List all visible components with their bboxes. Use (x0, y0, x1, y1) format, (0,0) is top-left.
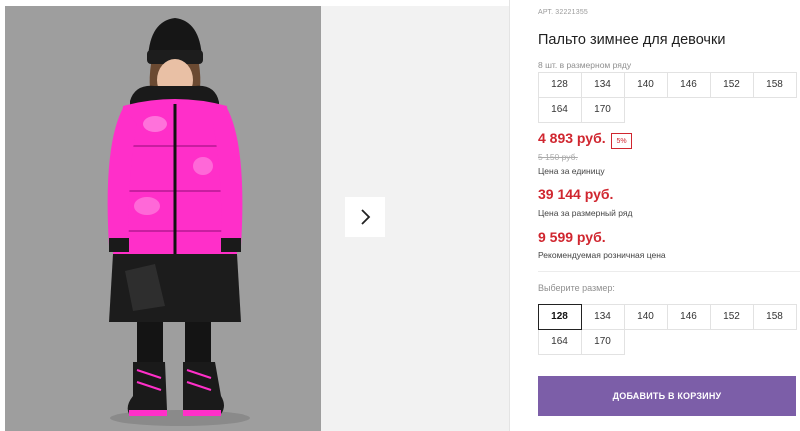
product-photo[interactable] (5, 6, 321, 431)
chevron-right-icon (361, 209, 371, 225)
size-row-price-caption: Цена за размерный ряд (538, 208, 633, 218)
size-row-cell: 158 (752, 71, 797, 98)
sku-label: АРТ. (538, 9, 554, 16)
size-selector: 128 134 140 146 152 158 164 170 (537, 303, 797, 355)
size-row-grid: 128 134 140 146 152 158 164 170 (537, 71, 797, 123)
size-option-170[interactable]: 170 (580, 328, 625, 355)
horizontal-divider (538, 271, 800, 272)
size-option-128[interactable]: 128 (537, 303, 582, 330)
size-option-146[interactable]: 146 (666, 303, 711, 330)
size-option-134[interactable]: 134 (580, 303, 625, 330)
discount-badge: 5% (611, 133, 632, 149)
choose-size-label: Выберите размер: (538, 283, 615, 293)
next-image-button[interactable] (345, 197, 385, 237)
size-row-price: 39 144 руб. (538, 186, 614, 202)
add-to-cart-button[interactable]: ДОБАВИТЬ В КОРЗИНУ (538, 376, 796, 416)
size-row-cell: 170 (580, 96, 625, 123)
size-row-cell: 152 (709, 71, 754, 98)
sku-value: 32221355 (555, 9, 589, 16)
size-row-cell: 134 (580, 71, 625, 98)
size-row-cell: 164 (537, 96, 582, 123)
size-option-140[interactable]: 140 (623, 303, 668, 330)
size-row-note: 8 шт. в размерном ряду (538, 60, 632, 70)
size-row-cell: 146 (666, 71, 711, 98)
size-option-152[interactable]: 152 (709, 303, 754, 330)
retail-price: 9 599 руб. (538, 229, 606, 245)
sku: АРТ. 32221355 (538, 9, 588, 16)
girl-in-pink-coat-image (5, 6, 321, 431)
old-price: 5 150 руб. (538, 152, 578, 162)
size-row-cell: 140 (623, 71, 668, 98)
product-gallery (0, 0, 510, 431)
product-title: Пальто зимнее для девочки (538, 32, 726, 48)
unit-price-caption: Цена за единицу (538, 166, 605, 176)
vertical-divider (509, 0, 510, 431)
retail-price-caption: Рекомендуемая розничная цена (538, 250, 666, 260)
unit-price: 4 893 руб. (538, 130, 606, 146)
size-option-158[interactable]: 158 (752, 303, 797, 330)
size-option-164[interactable]: 164 (537, 328, 582, 355)
size-row-cell: 128 (537, 71, 582, 98)
